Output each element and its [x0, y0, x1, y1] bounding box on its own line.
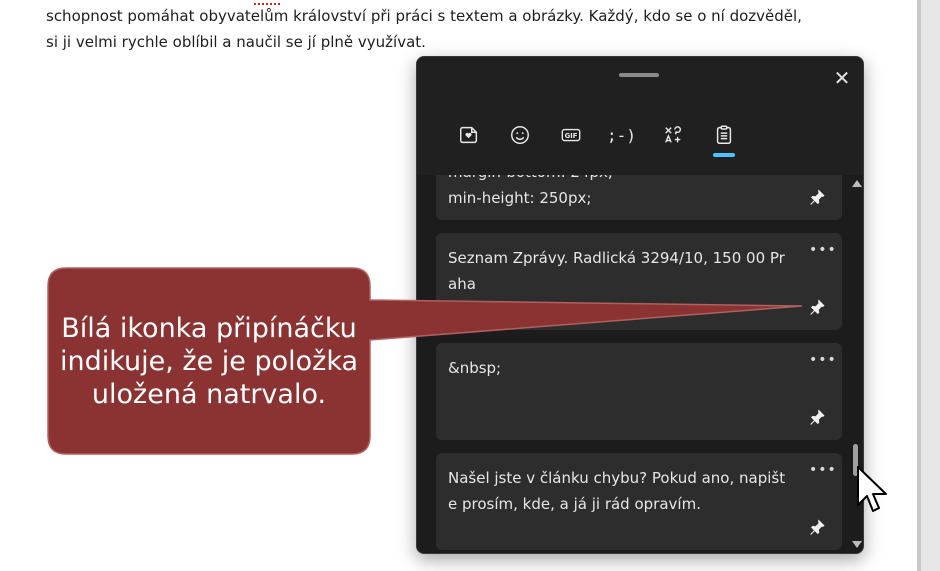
tab-symbols[interactable]	[647, 115, 698, 155]
scroll-up-arrow[interactable]	[852, 180, 862, 187]
scroll-down-arrow[interactable]	[852, 541, 862, 548]
clipboard-list: margin-bottom: 24px; min-height: 250px; …	[417, 175, 863, 553]
pin-button[interactable]	[808, 298, 826, 316]
pin-button[interactable]	[808, 188, 826, 206]
callout-text: Bílá ikonka připínáčku indikuje, že je p…	[59, 312, 359, 410]
more-options-button[interactable]: •••	[809, 243, 836, 259]
panel-tabs: GIF ;-)	[443, 115, 749, 157]
clipboard-item-text: Seznam Zprávy. Radlická 3294/10, 150 00 …	[448, 249, 785, 293]
symbols-icon	[664, 126, 681, 143]
document-line: schopnost pomáhat obyvatelům království …	[46, 7, 802, 25]
close-button[interactable]: ✕	[827, 63, 857, 93]
heart-sticker-icon	[459, 126, 477, 144]
spellcheck-underline	[254, 0, 280, 5]
kaomoji-icon: ;-)	[607, 125, 636, 145]
more-options-button[interactable]: •••	[809, 353, 836, 369]
drag-handle[interactable]	[619, 73, 659, 77]
smiley-icon	[510, 126, 529, 144]
tab-gif[interactable]: GIF	[545, 115, 596, 155]
pin-icon	[810, 189, 825, 205]
close-icon: ✕	[833, 66, 851, 90]
gif-icon: GIF	[561, 128, 580, 142]
tab-favorites[interactable]	[443, 115, 494, 155]
tab-emoji[interactable]	[494, 115, 545, 155]
document-body: schopnost pomáhat obyvatelům království …	[46, 3, 906, 55]
clipboard-item[interactable]: margin-bottom: 24px; min-height: 250px;	[436, 175, 842, 220]
pin-button[interactable]	[808, 518, 826, 536]
clipboard-item[interactable]: &nbsp; •••	[436, 343, 842, 440]
pin-icon	[810, 299, 825, 315]
pin-button[interactable]	[808, 408, 826, 426]
pin-icon	[810, 409, 825, 425]
clipboard-item[interactable]: Seznam Zprávy. Radlická 3294/10, 150 00 …	[436, 233, 842, 330]
clipboard-icon	[716, 125, 731, 144]
clipboard-item[interactable]: Našel jste v článku chybu? Pokud ano, na…	[436, 453, 842, 550]
more-options-button[interactable]: •••	[809, 463, 836, 479]
gif-label: GIF	[564, 132, 577, 140]
pin-icon	[810, 519, 825, 535]
document-line: si ji velmi rychle oblíbil a naučil se j…	[46, 33, 426, 51]
mouse-cursor-icon	[857, 466, 887, 512]
document-gutter	[921, 0, 940, 571]
clipboard-item-text: margin-bottom: 24px; min-height: 250px;	[448, 175, 613, 207]
tab-kaomoji[interactable]: ;-)	[596, 115, 647, 155]
clipboard-item-text: &nbsp;	[448, 359, 502, 377]
clipboard-panel: ✕ GIF ;-) min-height: 250px; Seznam Zprá…	[416, 56, 864, 554]
tab-clipboard[interactable]	[698, 115, 749, 157]
clipboard-item-text: Našel jste v článku chybu? Pokud ano, na…	[448, 469, 786, 513]
